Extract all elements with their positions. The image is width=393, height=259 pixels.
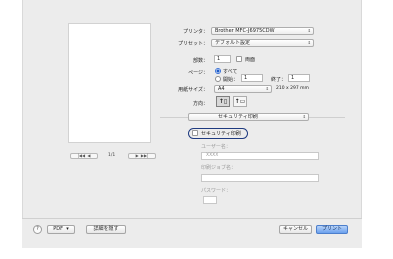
- secure-print-label: セキュリティ印刷: [201, 131, 241, 137]
- copies-field[interactable]: 1: [214, 55, 231, 63]
- chevron-updown-icon: ⇕: [307, 40, 311, 45]
- next-page-icon: ▶: [135, 153, 140, 158]
- preset-value: デフォルト設定: [215, 40, 251, 46]
- preset-label: プリセット：: [177, 41, 208, 47]
- collate-checkbox[interactable]: [236, 56, 242, 62]
- last-page-icon: ▶▶|: [140, 153, 149, 158]
- portrait-icon: ↑▯: [218, 98, 228, 105]
- password-label: パスワード：: [201, 188, 232, 194]
- prev-page-icon: ◀: [86, 153, 91, 158]
- chevron-updown-icon: ⇕: [302, 114, 306, 119]
- first-page-icon: |◀◀: [77, 153, 86, 158]
- section-select[interactable]: セキュリティ印刷 ⇕: [188, 113, 309, 121]
- secure-print-checkbox[interactable]: [192, 130, 198, 136]
- chevron-updown-icon: ⇕: [307, 28, 311, 33]
- pages-to-label: 終了：: [271, 77, 287, 83]
- section-divider-right: [309, 117, 345, 118]
- pages-range-radio[interactable]: [215, 76, 221, 82]
- pages-from-label: 開始：: [223, 77, 239, 83]
- password-field[interactable]: [203, 196, 217, 204]
- preview-navigation-forward: ▶ ▶▶|: [128, 151, 156, 161]
- first-prev-page-button[interactable]: |◀◀ ◀: [70, 153, 98, 159]
- section-value: セキュリティ印刷: [218, 114, 258, 120]
- pdf-label: PDF: [53, 226, 64, 232]
- collate-label: 両面: [245, 57, 256, 63]
- next-last-page-button[interactable]: ▶ ▶▶|: [128, 153, 156, 159]
- help-icon[interactable]: ?: [33, 225, 42, 234]
- chevron-down-icon: ▾: [64, 226, 69, 232]
- landscape-icon: ↑▭: [234, 98, 246, 105]
- cancel-button[interactable]: キャンセル: [279, 225, 312, 234]
- pages-all-label: すべて: [223, 69, 238, 75]
- pages-all-radio[interactable]: [215, 68, 221, 74]
- user-name-field[interactable]: XXXX: [201, 152, 319, 160]
- copies-label: 部数：: [192, 58, 208, 64]
- pages-label: ページ：: [188, 70, 208, 76]
- orientation-label: 方向：: [192, 101, 208, 107]
- hide-details-button[interactable]: 詳細を隠す: [86, 225, 126, 234]
- paper-size-select[interactable]: A4 ⇕: [214, 85, 272, 93]
- printer-label: プリンタ：: [182, 29, 208, 35]
- portrait-button[interactable]: ↑▯: [216, 96, 230, 107]
- pdf-menu-button[interactable]: PDF ▾: [47, 225, 75, 234]
- preset-select[interactable]: デフォルト設定 ⇕: [211, 39, 314, 47]
- paper-size-value: A4: [218, 86, 225, 92]
- print-button[interactable]: プリント: [316, 225, 348, 234]
- paper-dimensions: 210 x 297 mm: [276, 86, 309, 91]
- user-name-label: ユーザー名：: [201, 144, 231, 150]
- printer-value: Brother MFC-J6975CDW: [215, 28, 275, 34]
- pages-to-field[interactable]: 1: [288, 74, 310, 82]
- chevron-updown-icon: ⇕: [265, 86, 269, 91]
- job-name-label: 印刷ジョブ名：: [201, 165, 237, 171]
- preview-page-indicator: 1/1: [108, 153, 116, 158]
- paper-size-label: 用紙サイズ：: [178, 87, 208, 93]
- pages-from-field[interactable]: 1: [241, 74, 263, 82]
- landscape-button[interactable]: ↑▭: [233, 96, 247, 107]
- section-divider-left: [160, 117, 188, 118]
- preview-navigation: |◀◀ ◀: [70, 151, 98, 161]
- page-preview: [68, 23, 151, 143]
- job-name-field[interactable]: [201, 174, 319, 182]
- printer-select[interactable]: Brother MFC-J6975CDW ⇕: [211, 27, 314, 35]
